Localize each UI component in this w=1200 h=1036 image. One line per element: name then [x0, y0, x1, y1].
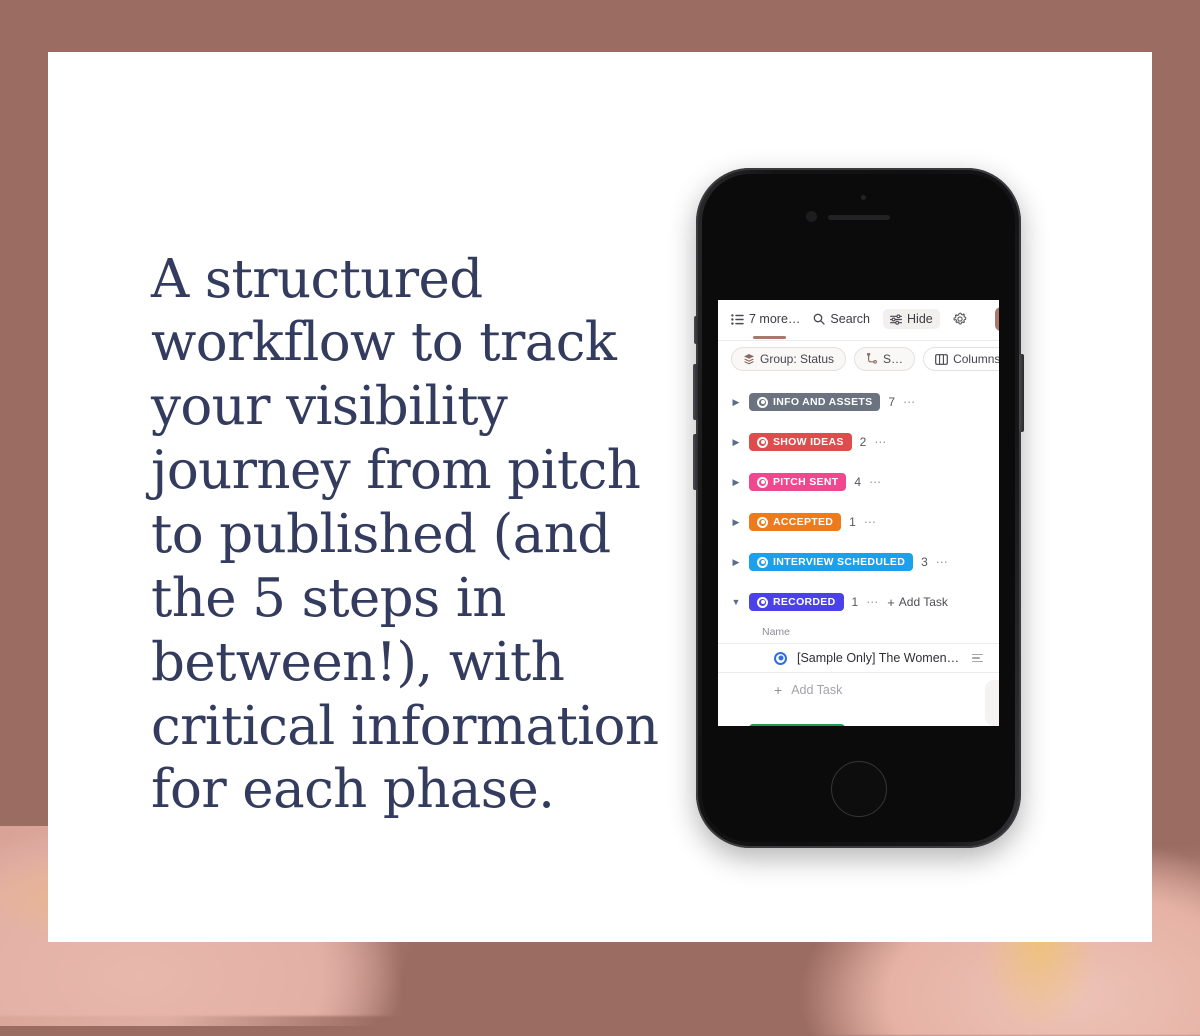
group-more-icon[interactable]: ⋯ — [864, 515, 877, 529]
toolbar-bottom-border — [718, 340, 999, 341]
status-group-row[interactable]: ▶ ACCEPTED 1 ⋯ — [718, 502, 999, 542]
subtasks-pill[interactable]: S… — [854, 347, 916, 371]
group-by-status-pill[interactable]: Group: Status — [731, 347, 847, 371]
plus-icon: + — [887, 594, 895, 610]
status-count: 2 — [859, 435, 867, 449]
filter-bar: Group: Status S… Columns — [718, 338, 999, 380]
home-button[interactable] — [830, 761, 887, 817]
status-count: 1 — [851, 595, 859, 609]
status-group-row-expanded[interactable]: ▼ RECORDED 1 ⋯ + Add Task — [718, 582, 999, 622]
status-badge[interactable]: PITCH SENT — [749, 473, 847, 491]
status-badge[interactable]: ACCEPTED — [749, 513, 842, 531]
status-badge[interactable]: RECORDED — [749, 593, 844, 611]
group-add-task-button[interactable]: + Add Task — [887, 595, 948, 610]
subtasks-label: S… — [883, 352, 904, 366]
group-more-icon[interactable]: ⋯ — [869, 475, 882, 489]
search-icon — [813, 313, 826, 325]
status-group-row[interactable]: ▶ SHOW IDEAS 2 ⋯ — [718, 422, 999, 462]
settings-button[interactable] — [953, 312, 967, 326]
status-group-row[interactable]: ▶ INTERVIEW SCHEDULED 3 ⋯ — [718, 542, 999, 582]
search-button[interactable]: Search — [813, 312, 870, 326]
status-label: RECORDED — [773, 596, 836, 608]
columns-icon — [935, 353, 948, 365]
group-add-task-label: Add Task — [898, 595, 948, 609]
proximity-sensor-icon — [860, 195, 866, 200]
filter-sliders-icon — [890, 313, 903, 325]
expand-caret-icon[interactable]: ▶ — [731, 397, 741, 408]
layers-icon — [743, 353, 755, 365]
group-by-status-label: Group: Status — [760, 352, 835, 366]
expand-caret-icon[interactable]: ▶ — [731, 517, 741, 528]
group-more-icon[interactable]: ⋯ — [903, 395, 916, 409]
group-more-icon[interactable]: ⋯ — [874, 435, 887, 449]
status-label: INFO AND ASSETS — [773, 396, 873, 408]
list-icon — [731, 313, 744, 325]
status-badge[interactable]: SHOW IDEAS — [749, 433, 852, 451]
status-label: PITCH SENT — [773, 476, 839, 488]
status-group-row[interactable]: ▶ ✓ PUBLISHED 1 ⋯ — [718, 713, 999, 726]
phone-mockup: 7 more… Search Hide Group: Status S… Col… — [693, 168, 1024, 848]
status-dot-icon — [757, 596, 768, 608]
search-label: Search — [830, 312, 871, 326]
status-group-row[interactable]: ▶ INFO AND ASSETS 7 ⋯ — [718, 382, 999, 422]
status-badge[interactable]: INTERVIEW SCHEDULED — [749, 553, 914, 571]
status-dot-icon — [757, 476, 768, 488]
task-name: [Sample Only] The Women In B… — [797, 651, 962, 665]
phone-volume-up-button[interactable] — [693, 364, 698, 420]
active-tab-indicator — [753, 336, 786, 339]
add-task-row[interactable]: + Add Task — [718, 673, 999, 707]
columns-pill[interactable]: Columns — [923, 347, 999, 371]
task-status-icon[interactable] — [774, 651, 787, 665]
status-label: INTERVIEW SCHEDULED — [773, 556, 906, 568]
slide-card: A structured workflow to track your visi… — [48, 52, 1152, 942]
status-count: 1 — [849, 515, 856, 529]
status-group-list: ▶ INFO AND ASSETS 7 ⋯ ▶ SHOW IDEAS 2 ⋯ ▶… — [718, 380, 999, 726]
status-badge[interactable]: ✓ PUBLISHED — [749, 724, 846, 726]
phone-screen: 7 more… Search Hide Group: Status S… Col… — [718, 300, 999, 726]
scroll-indicator[interactable] — [985, 680, 999, 726]
status-dot-icon — [757, 516, 768, 528]
page-title: A structured workflow to track your visi… — [151, 248, 659, 821]
status-count: 4 — [854, 475, 862, 489]
phone-mute-switch[interactable] — [694, 316, 698, 344]
status-group-row[interactable]: ▶ PITCH SENT 4 ⋯ — [718, 462, 999, 502]
phone-power-button[interactable] — [1019, 354, 1024, 432]
status-dot-icon — [757, 396, 768, 408]
status-label: SHOW IDEAS — [773, 436, 844, 448]
status-count: 3 — [921, 555, 928, 569]
hide-label: Hide — [907, 312, 933, 326]
add-task-label: Add Task — [791, 683, 843, 697]
status-count: 7 — [888, 395, 896, 409]
add-task-button[interactable]: Add Ta — [994, 307, 999, 331]
status-dot-icon — [757, 556, 768, 568]
phone-volume-down-button[interactable] — [693, 434, 698, 490]
expand-caret-icon[interactable]: ▶ — [731, 557, 741, 568]
app-toolbar: 7 more… Search Hide — [718, 300, 999, 338]
task-column-header: Name — [762, 626, 791, 638]
status-badge[interactable]: INFO AND ASSETS — [749, 393, 881, 411]
earpiece-speaker — [827, 215, 890, 220]
view-more-tabs-button[interactable]: 7 more… — [731, 312, 800, 326]
gear-icon — [953, 312, 967, 326]
status-label: ACCEPTED — [773, 516, 834, 528]
hide-button[interactable]: Hide — [883, 309, 940, 329]
columns-label: Columns — [953, 352, 999, 366]
table-row[interactable]: [Sample Only] The Women In B… — [718, 643, 999, 673]
collapse-caret-icon[interactable]: ▼ — [731, 597, 741, 607]
expand-caret-icon[interactable]: ▶ — [731, 437, 741, 448]
status-dot-icon — [757, 436, 768, 448]
plus-icon: + — [774, 682, 783, 698]
view-more-tabs-label: 7 more… — [749, 312, 801, 326]
description-icon — [972, 653, 983, 663]
expand-caret-icon[interactable]: ▶ — [731, 477, 741, 488]
subtasks-icon — [866, 353, 878, 365]
group-more-icon[interactable]: ⋯ — [936, 555, 949, 569]
group-more-icon[interactable]: ⋯ — [866, 595, 879, 609]
front-camera-icon — [805, 211, 817, 222]
